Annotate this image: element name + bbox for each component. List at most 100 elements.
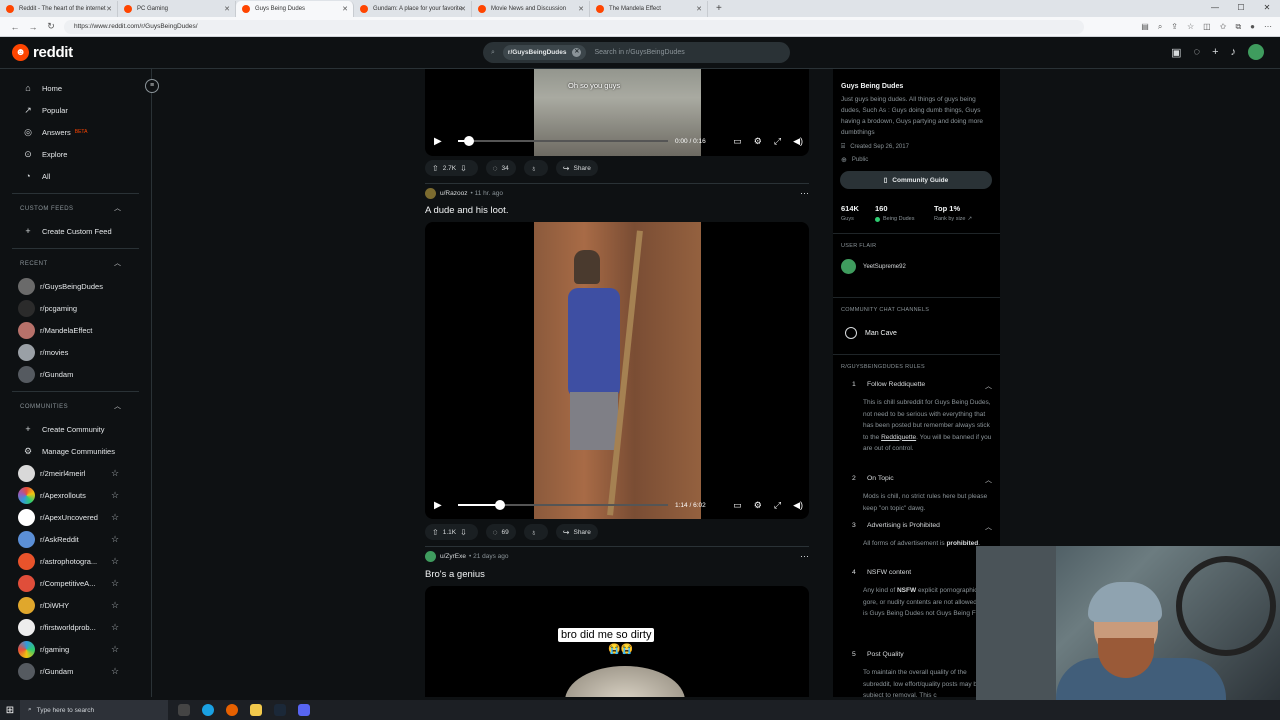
- chat-channel[interactable]: Man Cave: [845, 327, 897, 339]
- star-icon[interactable]: ☆: [111, 644, 119, 655]
- create-post-icon[interactable]: +: [1212, 46, 1218, 58]
- custom-feeds-heading[interactable]: CUSTOM FEEDS ︿: [0, 198, 151, 220]
- rank-stat[interactable]: Top 1% Rank by size ↗: [934, 204, 972, 222]
- close-window-icon[interactable]: ✕: [1254, 0, 1280, 16]
- notifications-icon[interactable]: ♪: [1231, 46, 1237, 58]
- close-icon[interactable]: ✕: [696, 5, 702, 13]
- star-icon[interactable]: ☆: [111, 600, 119, 611]
- recent-item[interactable]: r/Gundam: [0, 363, 151, 385]
- upvote-icon[interactable]: ⇧: [432, 528, 439, 537]
- recent-item[interactable]: r/MandelaEffect: [0, 319, 151, 341]
- search-bar[interactable]: ⌕ r/GuysBeingDudes ✕ Search in r/GuysBei…: [483, 42, 790, 63]
- new-tab-button[interactable]: +: [708, 1, 730, 17]
- comments-button[interactable]: ◌ 34: [485, 160, 516, 176]
- subreddit-search-chip[interactable]: r/GuysBeingDudes ✕: [502, 45, 587, 60]
- star-icon[interactable]: ☆: [111, 468, 119, 479]
- post-title[interactable]: Bro's a genius: [425, 569, 485, 580]
- seek-bar[interactable]: [458, 500, 668, 510]
- community-item[interactable]: r/firstworldprob... ☆: [0, 616, 151, 638]
- back-icon[interactable]: ←: [6, 22, 24, 32]
- rule-item[interactable]: 1 Follow Reddiquette ︿: [852, 381, 992, 390]
- star-icon[interactable]: ☆: [111, 512, 119, 523]
- community-item[interactable]: r/Apexrollouts ☆: [0, 484, 151, 506]
- captions-icon[interactable]: ▭: [733, 136, 742, 147]
- community-item[interactable]: r/Gundam ☆: [0, 660, 151, 682]
- community-item[interactable]: r/gaming ☆: [0, 638, 151, 660]
- split-icon[interactable]: ◫: [1203, 22, 1211, 32]
- fullscreen-icon[interactable]: ⤢: [774, 136, 781, 147]
- play-icon[interactable]: ▶: [434, 500, 442, 511]
- create-community-button[interactable]: + Create Community: [0, 418, 151, 440]
- collapse-sidebar-icon[interactable]: ≡: [145, 79, 159, 93]
- close-icon[interactable]: ✕: [460, 5, 466, 13]
- chat-icon[interactable]: ◌: [1194, 46, 1201, 58]
- star-icon[interactable]: ☆: [111, 622, 119, 633]
- post-author[interactable]: u/ZyrExe: [440, 553, 466, 560]
- community-item[interactable]: r/2meirl4meirl ☆: [0, 462, 151, 484]
- downvote-icon[interactable]: ⇩: [460, 164, 467, 173]
- fullscreen-icon[interactable]: ⤢: [774, 500, 781, 511]
- browser-tab[interactable]: Reddit - The heart of the internet ✕: [0, 1, 118, 17]
- windows-start-icon[interactable]: ⊞: [0, 705, 20, 716]
- sidebar-item-answers[interactable]: ◎ Answers BETA: [0, 121, 151, 143]
- reddit-logo[interactable]: ☻ reddit: [12, 44, 73, 61]
- volume-icon[interactable]: ◀): [793, 136, 803, 147]
- recent-item[interactable]: r/pcgaming: [0, 297, 151, 319]
- seek-knob[interactable]: [463, 136, 474, 146]
- user-avatar[interactable]: [425, 188, 436, 199]
- file-explorer-icon[interactable]: [250, 704, 262, 716]
- discord-icon[interactable]: [298, 704, 310, 716]
- favorites-icon[interactable]: ✩: [1220, 22, 1227, 32]
- video-player[interactable]: bro did me so dirty 😭😭: [425, 586, 809, 697]
- browser-tab[interactable]: PC Gaming ✕: [118, 1, 236, 17]
- upvote-icon[interactable]: ⇧: [432, 164, 439, 173]
- sidebar-item-popular[interactable]: ↗ Popular: [0, 99, 151, 121]
- maximize-icon[interactable]: ☐: [1228, 0, 1254, 16]
- video-player[interactable]: Oh so you guys ▶ 0:00 / 0:16 ▭ ⚙ ⤢ ◀): [425, 69, 809, 156]
- user-flair[interactable]: YeetSupreme92: [841, 259, 906, 274]
- reload-icon[interactable]: ↻: [42, 21, 60, 32]
- star-icon[interactable]: ☆: [111, 534, 119, 545]
- communities-heading[interactable]: COMMUNITIES ︿: [0, 396, 151, 418]
- comments-button[interactable]: ◌ 69: [485, 524, 516, 540]
- seek-knob[interactable]: [495, 500, 505, 510]
- manage-communities-button[interactable]: ⚙ Manage Communities: [0, 440, 151, 462]
- steam-icon[interactable]: [274, 704, 286, 716]
- award-button[interactable]: ♁: [523, 160, 548, 176]
- taskbar-search-input[interactable]: ⌕ Type here to search: [20, 700, 168, 720]
- post-options-icon[interactable]: ⋯: [800, 551, 809, 562]
- close-icon[interactable]: ✕: [224, 5, 230, 13]
- collections-icon[interactable]: ⧉: [1235, 22, 1241, 32]
- edge-icon[interactable]: [202, 704, 214, 716]
- star-icon[interactable]: ☆: [111, 490, 119, 501]
- recent-heading[interactable]: RECENT ︿: [0, 253, 151, 275]
- close-icon[interactable]: ✕: [106, 5, 112, 13]
- user-avatar[interactable]: [1248, 44, 1264, 60]
- firefox-icon[interactable]: [226, 704, 238, 716]
- community-item[interactable]: r/ApexUncovered ☆: [0, 506, 151, 528]
- zoom-icon[interactable]: ⌕: [1158, 22, 1162, 32]
- reddiquette-link[interactable]: Reddiquette: [881, 434, 916, 441]
- browser-tab-active[interactable]: Guys Being Dudes ✕: [236, 1, 354, 17]
- rule-item[interactable]: 2 On Topic ︿: [852, 475, 992, 484]
- browser-tab[interactable]: The Mandela Effect ✕: [590, 1, 708, 17]
- minimize-icon[interactable]: —: [1202, 0, 1228, 16]
- advertise-icon[interactable]: ▣: [1171, 46, 1181, 59]
- sidebar-item-explore[interactable]: ⊙ Explore: [0, 143, 151, 165]
- user-avatar[interactable]: [425, 551, 436, 562]
- share-icon[interactable]: ⇪: [1171, 22, 1178, 32]
- settings-icon[interactable]: ⚙: [754, 500, 762, 511]
- star-icon[interactable]: ☆: [111, 556, 119, 567]
- close-icon[interactable]: ✕: [578, 5, 584, 13]
- create-custom-feed-button[interactable]: + Create Custom Feed: [0, 220, 151, 242]
- url-input[interactable]: https://www.reddit.com/r/GuysBeingDudes/: [64, 19, 1084, 34]
- post-options-icon[interactable]: ⋯: [800, 188, 809, 199]
- task-view-icon[interactable]: [178, 704, 190, 716]
- community-item[interactable]: r/DiWHY ☆: [0, 594, 151, 616]
- profile-icon[interactable]: ●: [1250, 22, 1255, 32]
- search-input[interactable]: Search in r/GuysBeingDudes: [594, 49, 684, 56]
- star-icon[interactable]: ☆: [111, 578, 119, 589]
- rule-item[interactable]: 4 NSFW content: [852, 569, 992, 576]
- post-title[interactable]: A dude and his loot.: [425, 205, 508, 216]
- video-player[interactable]: ▶ 1:14 / 6:02 ▭ ⚙ ⤢ ◀): [425, 222, 809, 519]
